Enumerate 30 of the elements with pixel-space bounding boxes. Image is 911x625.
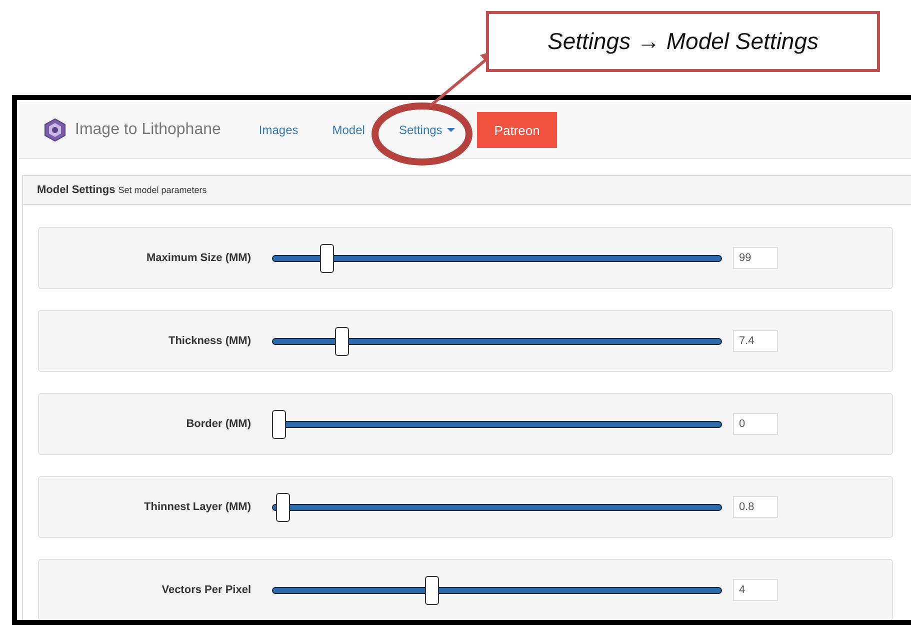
value-field[interactable]: 4 [733,579,778,601]
hexagon-logo-icon [43,117,67,143]
slider[interactable] [272,244,722,272]
nav-dropdown[interactable]: Settings [398,123,456,137]
slider-thumb[interactable] [276,492,290,522]
patreon-button[interactable]: Patreon [477,112,557,148]
brand-name[interactable]: Image to Lithophane [75,121,221,139]
value-field[interactable]: 0.8 [733,496,778,518]
setting-label: Thinnest Layer (MM) [143,501,252,513]
setting-label: Vectors Per Pixel [160,584,252,596]
value-field[interactable]: 7.4 [733,330,778,352]
slider[interactable] [272,410,722,438]
nav-link[interactable]: Model [332,123,365,137]
slider-thumb[interactable] [424,576,439,604]
caret-icon [447,128,456,132]
panel-title: Model Settings [37,184,116,196]
value-field[interactable]: 0 [733,413,778,435]
slider-thumb[interactable] [272,410,286,438]
slider[interactable] [272,576,722,604]
setting-label: Maximum Size (MM) [145,252,252,264]
panel-subtitle: Set model parameters [118,185,207,195]
slider[interactable] [272,326,722,356]
setting-label: Thickness (MM) [167,335,252,347]
setting-label: Border (MM) [185,418,252,430]
slider-thumb[interactable] [320,244,334,272]
slider-thumb[interactable] [335,326,350,356]
slider[interactable] [272,492,722,522]
nav-link[interactable]: Images [258,123,298,137]
value-field[interactable]: 99 [733,247,778,269]
callout-text: Settings → Model Settings [547,28,819,55]
